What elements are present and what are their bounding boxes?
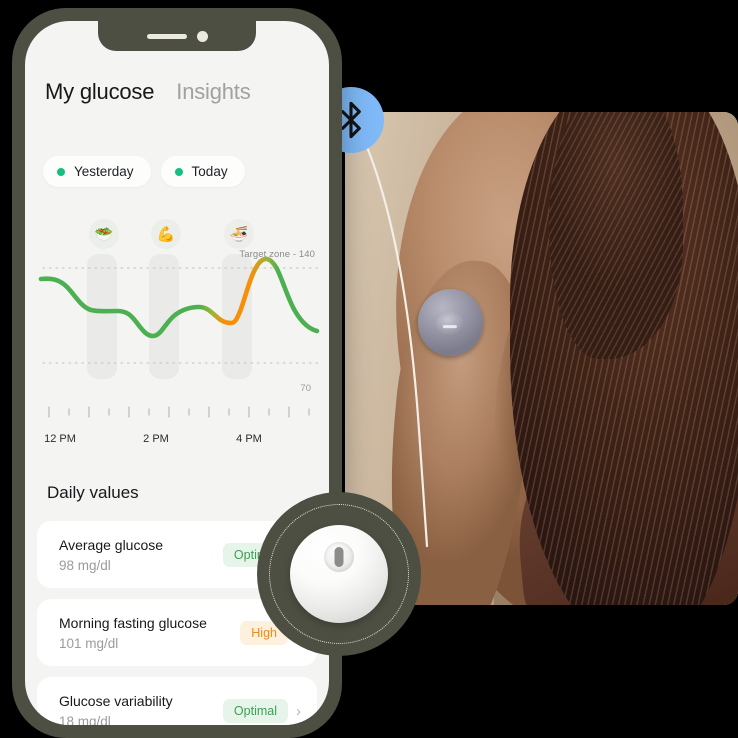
app-header: My glucose Insights xyxy=(25,79,329,105)
row-content: Morning fasting glucose 101 mg/dl xyxy=(59,615,207,651)
filter-pill-yesterday[interactable]: Yesterday xyxy=(43,156,151,187)
row-status: Optimal › xyxy=(222,699,301,723)
tab-insights[interactable]: Insights xyxy=(176,79,250,105)
row-label: Glucose variability xyxy=(59,693,173,709)
chart-x-axis: 12 PM 2 PM 4 PM 6 PM xyxy=(25,433,329,451)
filter-pills: Yesterday Today xyxy=(43,156,245,187)
row-value: 18 mg/dl xyxy=(59,714,111,725)
row-label: Average glucose xyxy=(59,537,164,553)
chevron-right-icon[interactable]: › xyxy=(296,704,301,719)
low-threshold-label: 70 xyxy=(300,383,311,394)
row-label: Morning fasting glucose xyxy=(59,615,207,631)
photo-hair-secondary xyxy=(549,112,683,359)
list-item[interactable]: Glucose variability 18 mg/dl Optimal › xyxy=(37,677,317,725)
target-zone-label: Target zone - 140 xyxy=(239,249,315,260)
row-value: 98 mg/dl xyxy=(59,558,111,573)
x-tick-label: 2 PM xyxy=(143,433,169,445)
glucose-chart[interactable]: 🥗 💪 🍜 Target zone - 140 70 12 PM 2 PM 4 … xyxy=(25,211,329,461)
x-tick-label: 12 PM xyxy=(44,433,76,445)
speaker-grille xyxy=(146,33,187,39)
dot-icon xyxy=(57,167,65,176)
dot-icon xyxy=(174,167,183,176)
sensor-device-icon xyxy=(290,525,388,623)
daily-values-title: Daily values xyxy=(47,483,139,502)
filter-pill-today[interactable]: Today xyxy=(160,156,245,187)
x-tick-label: 4 PM xyxy=(236,433,262,445)
front-camera-icon xyxy=(196,30,208,42)
tab-my-glucose[interactable]: My glucose xyxy=(45,79,154,105)
row-content: Glucose variability 18 mg/dl xyxy=(59,693,173,725)
sensor-slot xyxy=(442,324,458,329)
sensor-center-slot xyxy=(334,547,344,568)
cgm-sensor-on-arm-icon xyxy=(417,289,483,357)
phone-notch xyxy=(98,21,256,51)
row-content: Average glucose 98 mg/dl xyxy=(59,537,163,573)
status-badge: Optimal xyxy=(222,699,288,723)
filter-pill-today-label: Today xyxy=(191,164,228,179)
sensor-closeup xyxy=(257,492,421,656)
row-value: 101 mg/dl xyxy=(59,636,119,651)
screenshot-stage: My glucose Insights Yesterday Today 🥗 � xyxy=(0,0,738,738)
filter-pill-yesterday-label: Yesterday xyxy=(74,164,134,179)
